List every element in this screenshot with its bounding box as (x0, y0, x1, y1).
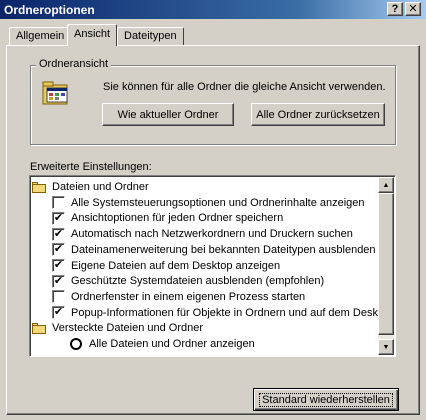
option-checkbox-row[interactable]: ✔ Dateinamenerweiterung bei bekannten Dat… (52, 242, 376, 258)
option-label: Dateinamenerweiterung bei bekannten Date… (71, 243, 376, 256)
tab-ansicht[interactable]: Ansicht (67, 24, 118, 46)
folder-row: Versteckte Dateien und Ordner (32, 320, 203, 336)
reset-all-folders-button[interactable]: Alle Ordner zurücksetzen (251, 103, 385, 126)
option-checkbox-row[interactable]: ✔ Automatisch nach Netzwerkordnern und Dr… (52, 226, 353, 242)
scroll-up-icon[interactable]: ▲ (378, 177, 394, 193)
folder-icon (32, 322, 46, 334)
checked-checkbox[interactable]: ✔ (52, 306, 65, 320)
tab-dateitypen[interactable]: Dateitypen (117, 27, 184, 45)
title-bar: Ordneroptionen (0, 0, 426, 19)
radio-button[interactable] (70, 338, 82, 350)
folder-row: Dateien und Ordner (32, 179, 149, 195)
checked-checkbox[interactable]: ✔ (52, 259, 65, 272)
option-label: Dateien und Ordner (52, 181, 149, 193)
advanced-settings-list[interactable]: Dateien und Ordner Alle Systemsteuerungso… (29, 175, 396, 357)
option-label: Ansichtoptionen für jeden Ordner speiche… (71, 212, 284, 225)
folder-view-title: Ordneransicht (36, 58, 112, 70)
option-checkbox-row[interactable]: ✔ Eigene Dateien auf dem Desktop anzeigen (52, 258, 280, 274)
help-button[interactable]: ? (387, 2, 403, 16)
option-label: Alle Dateien und Ordner anzeigen (89, 338, 255, 350)
option-label: Popup-Informationen für Objekte in Ordne… (71, 306, 394, 319)
option-radio-row[interactable]: Alle Dateien und Ordner anzeigen (70, 336, 255, 352)
option-checkbox-row[interactable]: ✔ Popup-Informationen für Objekte in Ordn… (52, 305, 393, 321)
option-checkbox-row[interactable]: Ordnerfenster in einem eigenen Prozess s… (52, 289, 305, 305)
checked-checkbox[interactable]: ✔ (52, 211, 65, 225)
tab-allgemein[interactable]: Allgemein (9, 27, 72, 45)
unchecked-checkbox[interactable] (52, 290, 65, 304)
advanced-settings-label: Erweiterte Einstellungen: (30, 161, 152, 173)
folder-icon (32, 181, 46, 193)
option-checkbox-row[interactable]: ✔ Geschützte Systemdateien ausblenden (em… (52, 273, 324, 289)
unchecked-checkbox[interactable] (52, 196, 65, 210)
option-label: Geschützte Systemdateien ausblenden (emp… (71, 275, 325, 288)
checked-checkbox[interactable]: ✔ (52, 274, 65, 288)
option-label: Eigene Dateien auf dem Desktop anzeigen (71, 259, 281, 272)
restore-defaults-button[interactable]: Standard wiederherstellen (253, 388, 399, 411)
close-button[interactable]: ✕ (405, 2, 421, 16)
scroll-thumb[interactable] (378, 193, 394, 335)
checked-checkbox[interactable]: ✔ (52, 243, 65, 257)
checked-checkbox[interactable]: ✔ (52, 227, 65, 241)
folder-view-icon (42, 81, 68, 105)
scroll-down-icon[interactable]: ▼ (378, 339, 394, 355)
option-label: Versteckte Dateien und Ordner (52, 322, 204, 335)
folder-view-description: Sie können für alle Ordner die gleiche A… (103, 81, 386, 93)
option-label: Automatisch nach Netzwerkordnern und Dru… (71, 228, 353, 241)
option-checkbox-row[interactable]: ✔ Ansichtoptionen für jeden Ordner speich… (52, 210, 283, 226)
window-title: Ordneroptionen (4, 2, 95, 17)
like-current-folder-button[interactable]: Wie aktueller Ordner (102, 103, 234, 126)
option-label: Alle Systemsteuerungsoptionen und Ordner… (71, 196, 365, 209)
option-checkbox-row[interactable]: Alle Systemsteuerungsoptionen und Ordner… (52, 195, 365, 211)
vertical-scrollbar[interactable]: ▲ ▼ (378, 177, 394, 355)
option-label: Ordnerfenster in einem eigenen Prozess s… (71, 290, 306, 303)
